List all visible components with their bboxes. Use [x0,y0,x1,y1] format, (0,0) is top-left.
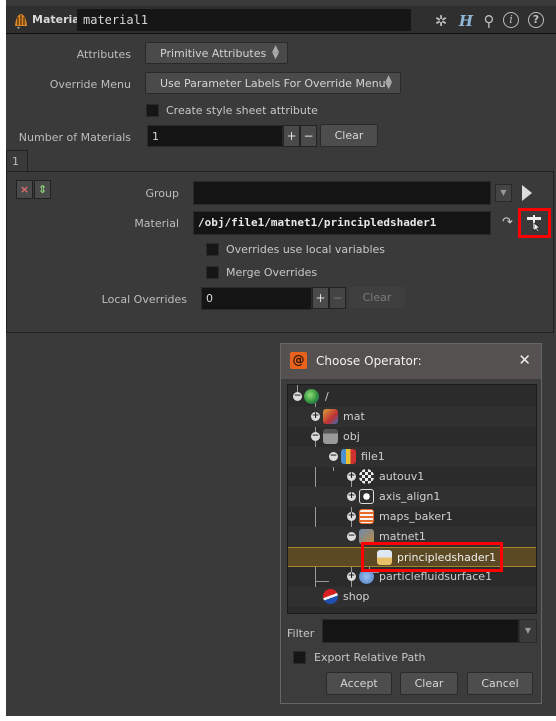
tree-item-label: shop [343,590,370,603]
insert-instance-button[interactable]: ⇕ [34,180,51,199]
tree-item-label: maps_baker1 [379,510,453,523]
menu-arrows-icon: ▲ ▼ [272,44,279,61]
clear-local-overrides-button[interactable]: Clear [348,286,406,309]
houdini-logo-icon: @ [290,352,307,369]
collapse-icon[interactable]: − [329,452,338,461]
material-node-icon[interactable] [12,11,30,29]
create-style-sheet-label: Create style sheet attribute [166,104,318,117]
group-label: Group [145,187,180,200]
override-menu-label: Override Menu [49,78,131,91]
node-name-input[interactable] [77,9,411,31]
node-type-label: Material [32,13,84,26]
tree-item-file1[interactable]: − file1 [288,447,536,467]
info-icon[interactable]: i [503,12,519,28]
material-path-field[interactable]: /obj/file1/matnet1/principledshader1 [193,211,491,235]
tree-item-maps-baker1[interactable]: + maps_baker1 [288,507,536,527]
select-geometry-arrow-icon[interactable] [521,184,533,202]
collapse-icon[interactable]: − [347,532,356,541]
group-dropdown-button[interactable]: ▼ [495,184,512,202]
object-network-icon [323,429,338,444]
num-materials-field[interactable]: 1 [147,125,283,147]
override-menu[interactable]: Use Parameter Labels For Override Menu ▲… [145,72,401,94]
tree-item-autouv1[interactable]: + autouv1 [288,467,536,487]
collapse-icon[interactable]: − [311,432,320,441]
material-network-icon [323,409,338,424]
search-icon[interactable]: ⚲ [480,12,498,30]
tree-item-label: mat [343,410,365,423]
globe-icon [304,389,319,404]
material-label: Material [134,217,179,230]
cancel-button[interactable]: Cancel [467,672,533,695]
autouv-icon [359,469,374,484]
overrides-local-vars-checkbox[interactable] [206,243,219,256]
axis-align-icon [359,489,374,504]
filter-dropdown-icon[interactable]: ▼ [519,619,537,643]
expand-icon[interactable]: + [347,512,356,521]
tree-item-shop[interactable]: shop [288,587,536,607]
shop-network-icon [323,589,338,604]
tree-item-label: file1 [361,450,385,463]
merge-overrides-label: Merge Overrides [226,266,318,279]
highlight-selected-shader [361,542,503,572]
merge-overrides-checkbox[interactable] [206,266,219,279]
tree-item-root[interactable]: − / [288,387,536,407]
local-overrides-label: Local Overrides [101,293,187,306]
clear-button[interactable]: Clear [400,672,458,695]
remove-local-override-button[interactable]: − [329,287,346,309]
local-overrides-value: 0 [206,292,213,305]
tree-item-label: / [325,390,329,403]
expand-icon[interactable]: + [347,492,356,501]
overrides-local-vars-label: Overrides use local variables [226,243,386,256]
local-overrides-field[interactable]: 0 [201,287,312,310]
close-icon[interactable]: ✕ [518,351,531,369]
tree-item-label: axis_align1 [379,490,441,503]
material-path-value: /obj/file1/matnet1/principledshader1 [198,216,437,229]
remove-instance-button[interactable]: × [16,180,33,199]
add-material-button[interactable]: + [283,125,300,147]
filter-input[interactable] [322,619,519,643]
num-materials-value: 1 [152,130,159,143]
tree-item-mat[interactable]: + mat [288,407,536,427]
choose-operator-icon[interactable] [525,214,543,232]
menu-arrows-icon: ▲ ▼ [385,74,392,91]
filter-label: Filter [287,627,315,640]
export-relative-path-checkbox[interactable] [293,651,306,664]
tree-item-axis-align1[interactable]: + axis_align1 [288,487,536,507]
add-local-override-button[interactable]: + [312,287,329,309]
houdini-help-h-icon[interactable]: H [457,12,475,30]
operator-tree[interactable]: − / + mat − obj − file1 + autouv1 + axis… [287,384,537,614]
jump-to-operator-icon[interactable]: ↷ [502,215,513,230]
remove-material-button[interactable]: − [300,125,317,147]
node-header-bar: Material ✲ H ⚲ i ? [6,6,556,34]
num-materials-label: Number of Materials [18,131,131,144]
tree-item-obj[interactable]: − obj [288,427,536,447]
gear-icon[interactable]: ✲ [432,12,450,30]
choose-operator-dialog: @ Choose Operator: ✕ − / + mat − obj − f… [280,343,542,704]
multiparm-tab-1[interactable]: 1 [6,150,28,172]
accept-button[interactable]: Accept [326,672,392,695]
maps-baker-icon [359,509,374,524]
geometry-object-icon [341,449,356,464]
expand-icon[interactable]: + [347,572,356,581]
group-field[interactable] [193,181,491,205]
dialog-title: Choose Operator: [316,354,422,368]
help-icon[interactable]: ? [528,12,544,28]
clear-materials-button[interactable]: Clear [320,124,378,147]
attributes-menu-value: Primitive Attributes [160,47,267,60]
expand-icon[interactable]: + [347,472,356,481]
dialog-title-bar[interactable]: @ Choose Operator: ✕ [281,344,541,379]
expand-icon[interactable]: + [311,412,320,421]
override-menu-value: Use Parameter Labels For Override Menu [160,77,386,90]
tree-item-label: obj [343,430,360,443]
collapse-icon[interactable]: − [293,392,302,401]
create-style-sheet-checkbox[interactable] [146,104,159,117]
material-instance-block: × ⇕ Group ▼ Material /obj/file1/matnet1/… [6,171,554,333]
tree-item-label: autouv1 [379,470,425,483]
attributes-menu[interactable]: Primitive Attributes ▲ ▼ [145,42,288,64]
attributes-label: Attributes [76,48,131,61]
export-relative-path-label: Export Relative Path [314,651,426,664]
